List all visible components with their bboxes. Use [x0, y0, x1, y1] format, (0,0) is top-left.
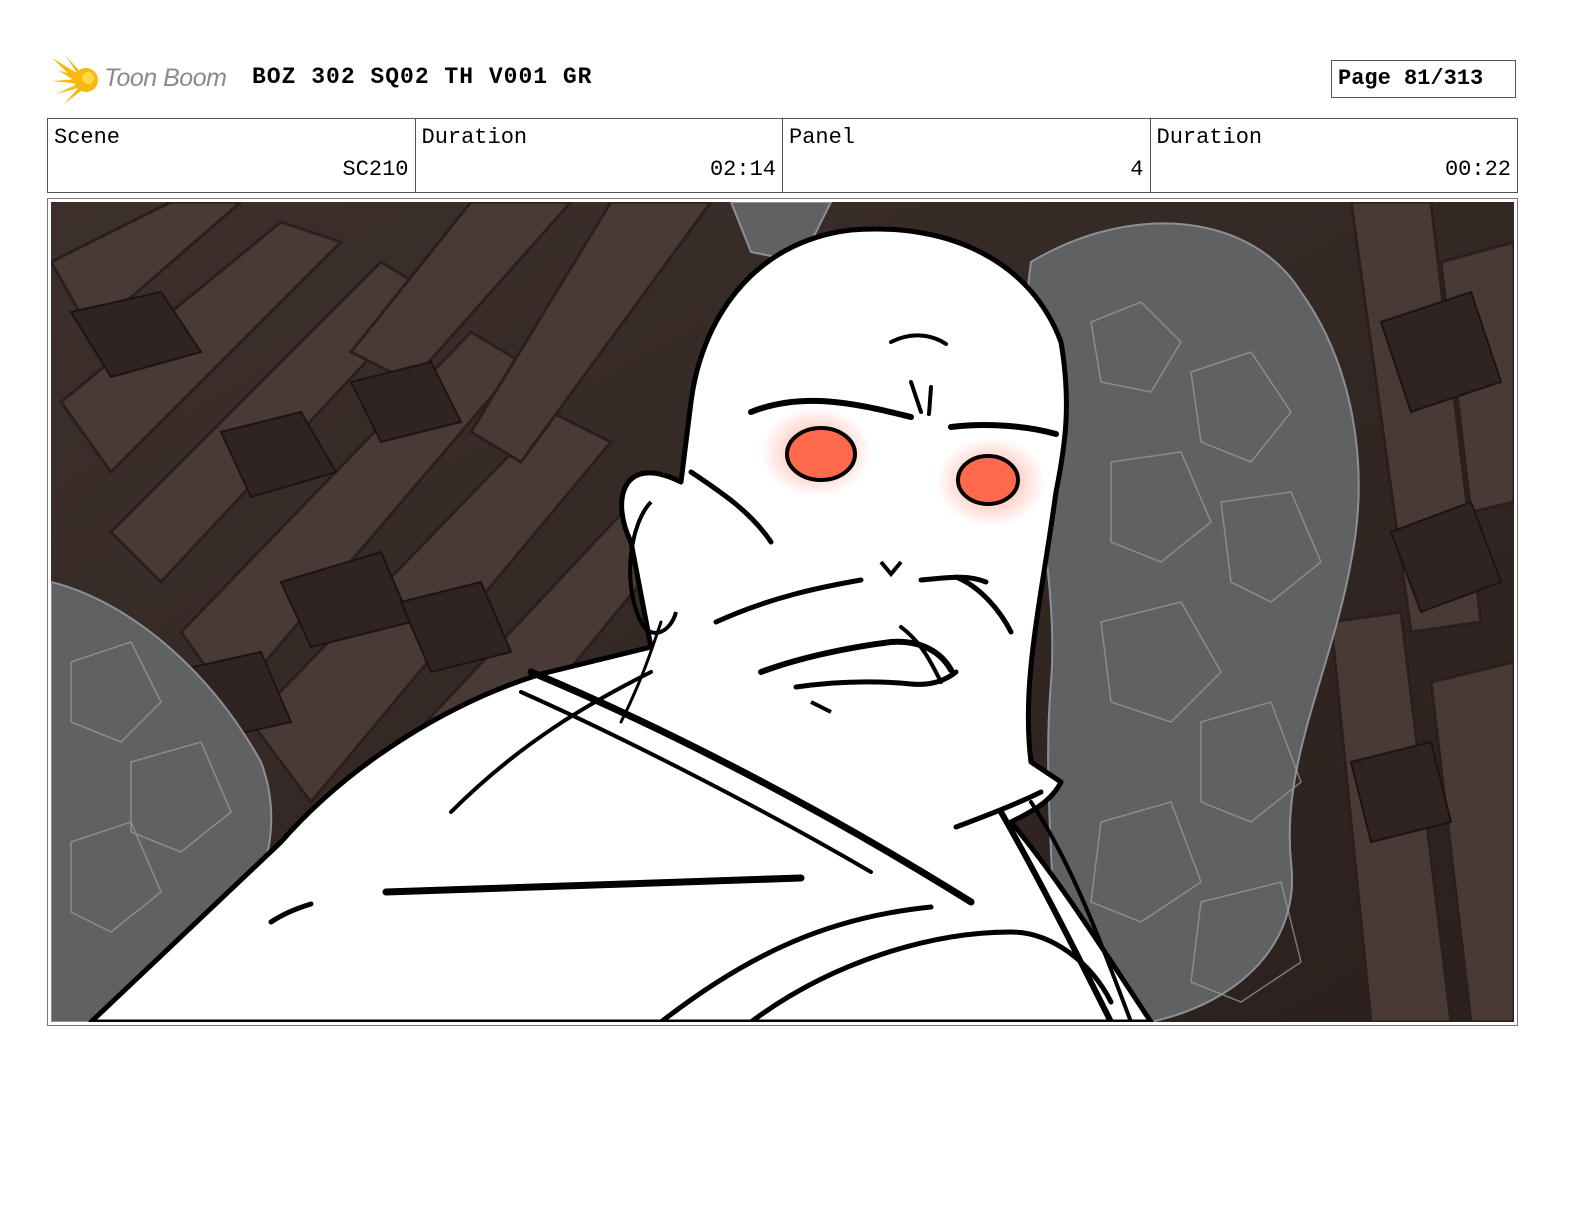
left-eye — [785, 426, 857, 482]
info-table: Scene SC210 Duration 02:14 Panel 4 Durat… — [47, 118, 1518, 193]
scene-cell: Scene SC210 — [48, 119, 416, 192]
right-eye — [956, 454, 1020, 506]
scene-duration-label: Duration — [421, 125, 528, 150]
toon-boom-logo: Toon Boom — [52, 56, 238, 106]
sunburst-icon — [52, 56, 98, 104]
panel-duration-cell: Duration 00:22 — [1151, 119, 1518, 192]
scene-duration-cell: Duration 02:14 — [416, 119, 783, 192]
panel-duration-value: 00:22 — [1444, 157, 1511, 182]
panel-duration-label: Duration — [1156, 125, 1263, 150]
scene-label: Scene — [54, 125, 121, 150]
panel-cell: Panel 4 — [783, 119, 1151, 192]
scene-value: SC210 — [342, 157, 409, 182]
page-number: Page 81/313 — [1331, 60, 1516, 98]
document-title: BOZ 302 SQ02 TH V001 GR — [252, 64, 593, 90]
scene-duration-value: 02:14 — [709, 157, 776, 182]
panel-drawing — [51, 202, 1514, 1022]
panel-label: Panel — [789, 125, 856, 150]
panel-value: 4 — [1130, 157, 1144, 182]
logo-text: Toon Boom — [104, 64, 227, 92]
storyboard-panel-image — [51, 202, 1514, 1022]
